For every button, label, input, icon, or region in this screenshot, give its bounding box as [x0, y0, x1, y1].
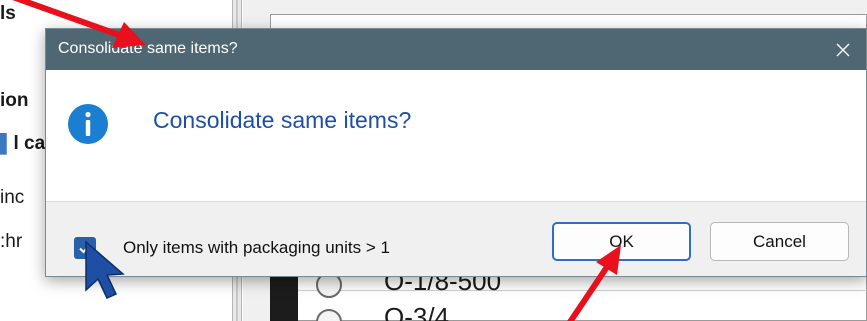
cancel-button[interactable]: Cancel: [710, 222, 849, 261]
background-row-label: O-3/4: [384, 302, 450, 321]
packaging-units-checkbox[interactable]: [74, 237, 96, 259]
dialog-message: Consolidate same items?: [153, 107, 412, 133]
dialog-footer: Only items with packaging units > 1 OK C…: [46, 201, 866, 276]
background-blue-mark: ▌: [0, 133, 14, 154]
background-text-fragment: inc: [0, 187, 25, 208]
dialog-title: Consolidate same items?: [58, 40, 238, 57]
close-icon: [836, 43, 850, 56]
checkmark-icon: [79, 243, 91, 254]
background-bold-fragment: l ca: [13, 133, 46, 154]
background-text-fragment: ion: [0, 90, 29, 111]
dialog-content: Consolidate same items?: [46, 70, 866, 201]
dialog-titlebar[interactable]: Consolidate same items?: [46, 29, 866, 70]
ok-button[interactable]: OK: [552, 222, 691, 261]
background-text-fragment: :hr: [0, 231, 23, 252]
background-text-fragment: ls: [0, 3, 16, 24]
info-icon: [68, 104, 108, 144]
close-button[interactable]: [820, 29, 866, 70]
background-text-fragment: ▌l ca: [0, 133, 45, 155]
checkbox-label[interactable]: Only items with packaging units > 1: [123, 238, 390, 258]
consolidate-dialog: Consolidate same items? Consolidate same…: [45, 28, 867, 277]
